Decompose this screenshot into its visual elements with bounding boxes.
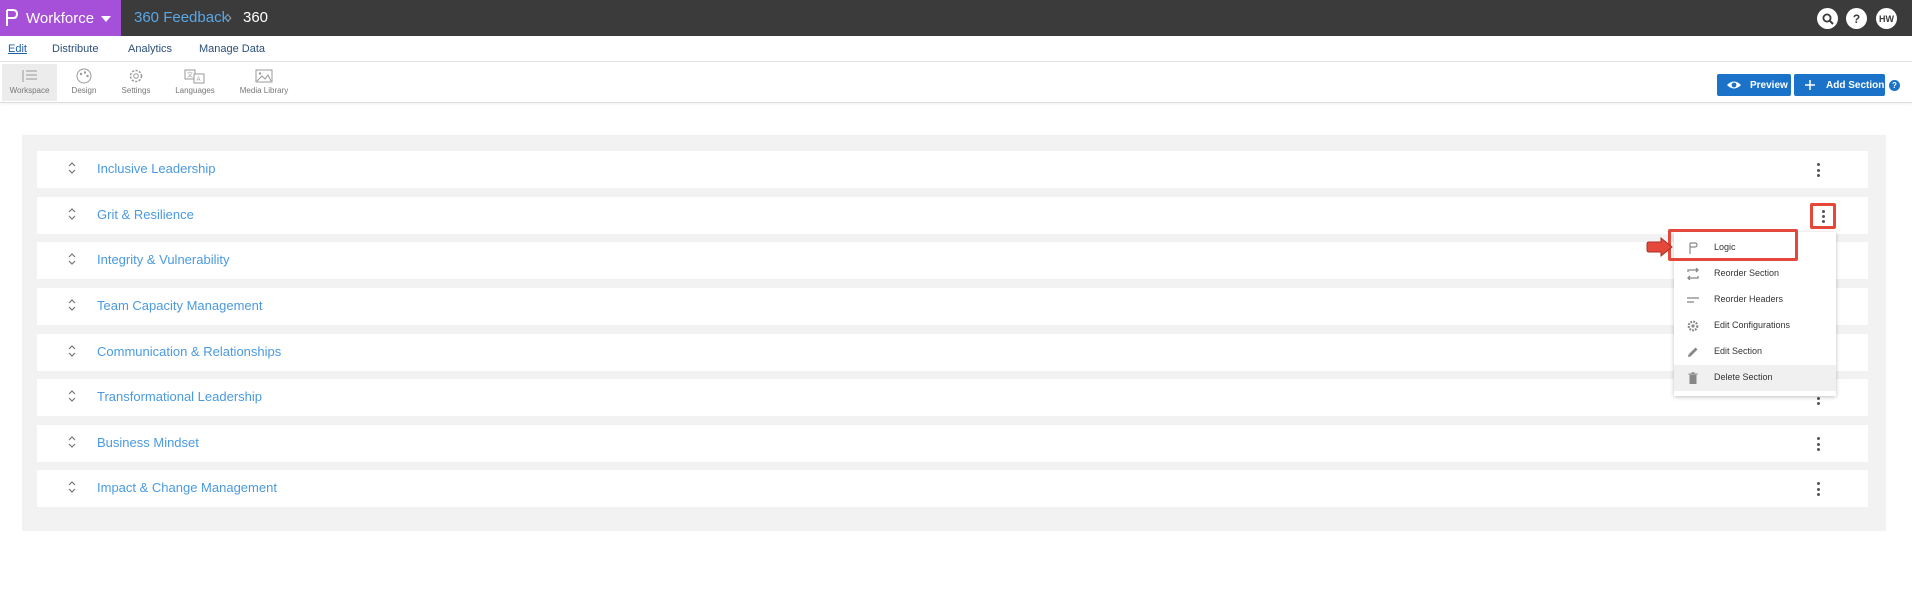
collapse-icon[interactable]: [67, 207, 77, 221]
collapse-icon[interactable]: [67, 389, 77, 403]
help-icon[interactable]: ?: [1889, 80, 1900, 91]
menu-edit[interactable]: Edit: [8, 43, 27, 55]
caret-down-icon: [101, 16, 111, 22]
section-row[interactable]: Inclusive Leadership: [37, 151, 1868, 188]
collapse-icon[interactable]: [67, 435, 77, 449]
section-title[interactable]: Team Capacity Management: [97, 298, 262, 313]
help-button[interactable]: ?: [1846, 8, 1867, 29]
qualtrics-logo-icon: [6, 9, 19, 26]
menu-item-label: Reorder Headers: [1714, 294, 1784, 304]
section-options-kebab-icon[interactable]: [1817, 163, 1821, 177]
add-section-label: Add Section: [1826, 79, 1885, 91]
collapse-icon[interactable]: [67, 298, 77, 312]
pointer-arrow-icon: [1646, 236, 1673, 258]
translate-icon: 文 A: [184, 69, 205, 84]
lines-icon: [1687, 297, 1699, 303]
section-options-button-active[interactable]: [1810, 203, 1836, 229]
search-icon: [1822, 13, 1834, 25]
tool-workspace[interactable]: Workspace: [2, 64, 57, 101]
section-row[interactable]: Grit & Resilience: [37, 197, 1868, 234]
kebab-icon: [1822, 210, 1825, 223]
image-icon: [255, 69, 273, 83]
plus-icon: [1805, 80, 1815, 90]
menu-bar: Edit Distribute Analytics Manage Data: [0, 36, 1912, 62]
global-search-button[interactable]: [1817, 8, 1838, 29]
menu-item-delete-section[interactable]: Delete Section: [1674, 365, 1836, 391]
menu-analytics[interactable]: Analytics: [128, 43, 172, 55]
collapse-icon[interactable]: [67, 252, 77, 266]
tool-label: Media Library: [239, 86, 289, 95]
menu-manage-data[interactable]: Manage Data: [199, 43, 265, 55]
palette-icon: [76, 68, 92, 84]
product-name: Workforce: [26, 10, 95, 27]
collapse-icon[interactable]: [67, 161, 77, 175]
menu-item-edit-configurations[interactable]: Edit Configurations: [1674, 313, 1836, 339]
tool-languages[interactable]: 文 A Languages: [172, 64, 218, 101]
reorder-icon: [1687, 268, 1699, 280]
menu-item-label: Edit Configurations: [1714, 320, 1791, 330]
section-title[interactable]: Transformational Leadership: [97, 389, 262, 404]
logic-highlight-box: [1668, 229, 1798, 261]
section-row[interactable]: Team Capacity Management: [37, 288, 1868, 325]
pencil-icon: [1688, 347, 1698, 357]
section-row[interactable]: Business Mindset: [37, 425, 1868, 462]
breadcrumb-separator: ›: [227, 9, 232, 26]
menu-item-reorder-section[interactable]: Reorder Section: [1674, 261, 1836, 287]
svg-text:文: 文: [187, 71, 193, 79]
section-title[interactable]: Business Mindset: [97, 435, 199, 450]
menu-item-edit-section[interactable]: Edit Section: [1674, 339, 1836, 365]
menu-item-label: Delete Section: [1714, 372, 1773, 382]
menu-distribute[interactable]: Distribute: [52, 43, 98, 55]
section-title[interactable]: Inclusive Leadership: [97, 161, 216, 176]
list-icon: [22, 70, 37, 82]
svg-text:A: A: [197, 77, 201, 83]
section-title[interactable]: Grit & Resilience: [97, 207, 194, 222]
gear-icon: [1687, 320, 1699, 332]
section-row[interactable]: Communication & Relationships: [37, 334, 1868, 371]
section-title[interactable]: Communication & Relationships: [97, 344, 281, 359]
tool-media-library[interactable]: Media Library: [236, 64, 292, 101]
eye-icon: [1727, 81, 1741, 89]
section-title[interactable]: Integrity & Vulnerability: [97, 252, 229, 267]
trash-icon: [1688, 372, 1698, 384]
editor-toolbar: Workspace Design Settings 文 A Languages …: [0, 63, 1912, 103]
preview-button[interactable]: Preview: [1717, 74, 1791, 96]
menu-item-label: Reorder Section: [1714, 268, 1780, 278]
product-switcher[interactable]: Workforce: [0, 0, 121, 36]
preview-label: Preview: [1750, 79, 1788, 91]
collapse-icon[interactable]: [67, 344, 77, 358]
section-options-kebab-icon[interactable]: [1817, 482, 1821, 496]
tool-label: Design: [71, 86, 97, 95]
section-row[interactable]: Integrity & Vulnerability: [37, 242, 1868, 279]
tool-design[interactable]: Design: [63, 64, 105, 101]
tool-label: Workspace: [9, 86, 50, 95]
tool-label: Settings: [121, 86, 151, 95]
section-title[interactable]: Impact & Change Management: [97, 480, 277, 495]
section-options-kebab-icon[interactable]: [1817, 437, 1821, 451]
menu-item-label: Edit Section: [1714, 346, 1763, 356]
breadcrumb-project[interactable]: 360 Feedback: [134, 9, 229, 26]
tool-label: Languages: [175, 86, 215, 95]
collapse-icon[interactable]: [67, 480, 77, 494]
section-row[interactable]: Impact & Change Management: [37, 470, 1868, 507]
menu-item-reorder-headers[interactable]: Reorder Headers: [1674, 287, 1836, 313]
add-section-button[interactable]: Add Section: [1794, 74, 1885, 96]
top-bar: Workforce 360 Feedback › 360 ? HW: [0, 0, 1912, 36]
gear-icon: [129, 69, 143, 83]
breadcrumb-current: 360: [243, 9, 269, 26]
user-avatar[interactable]: HW: [1876, 8, 1897, 29]
tool-settings[interactable]: Settings: [115, 64, 157, 101]
section-row[interactable]: Transformational Leadership: [37, 379, 1868, 416]
